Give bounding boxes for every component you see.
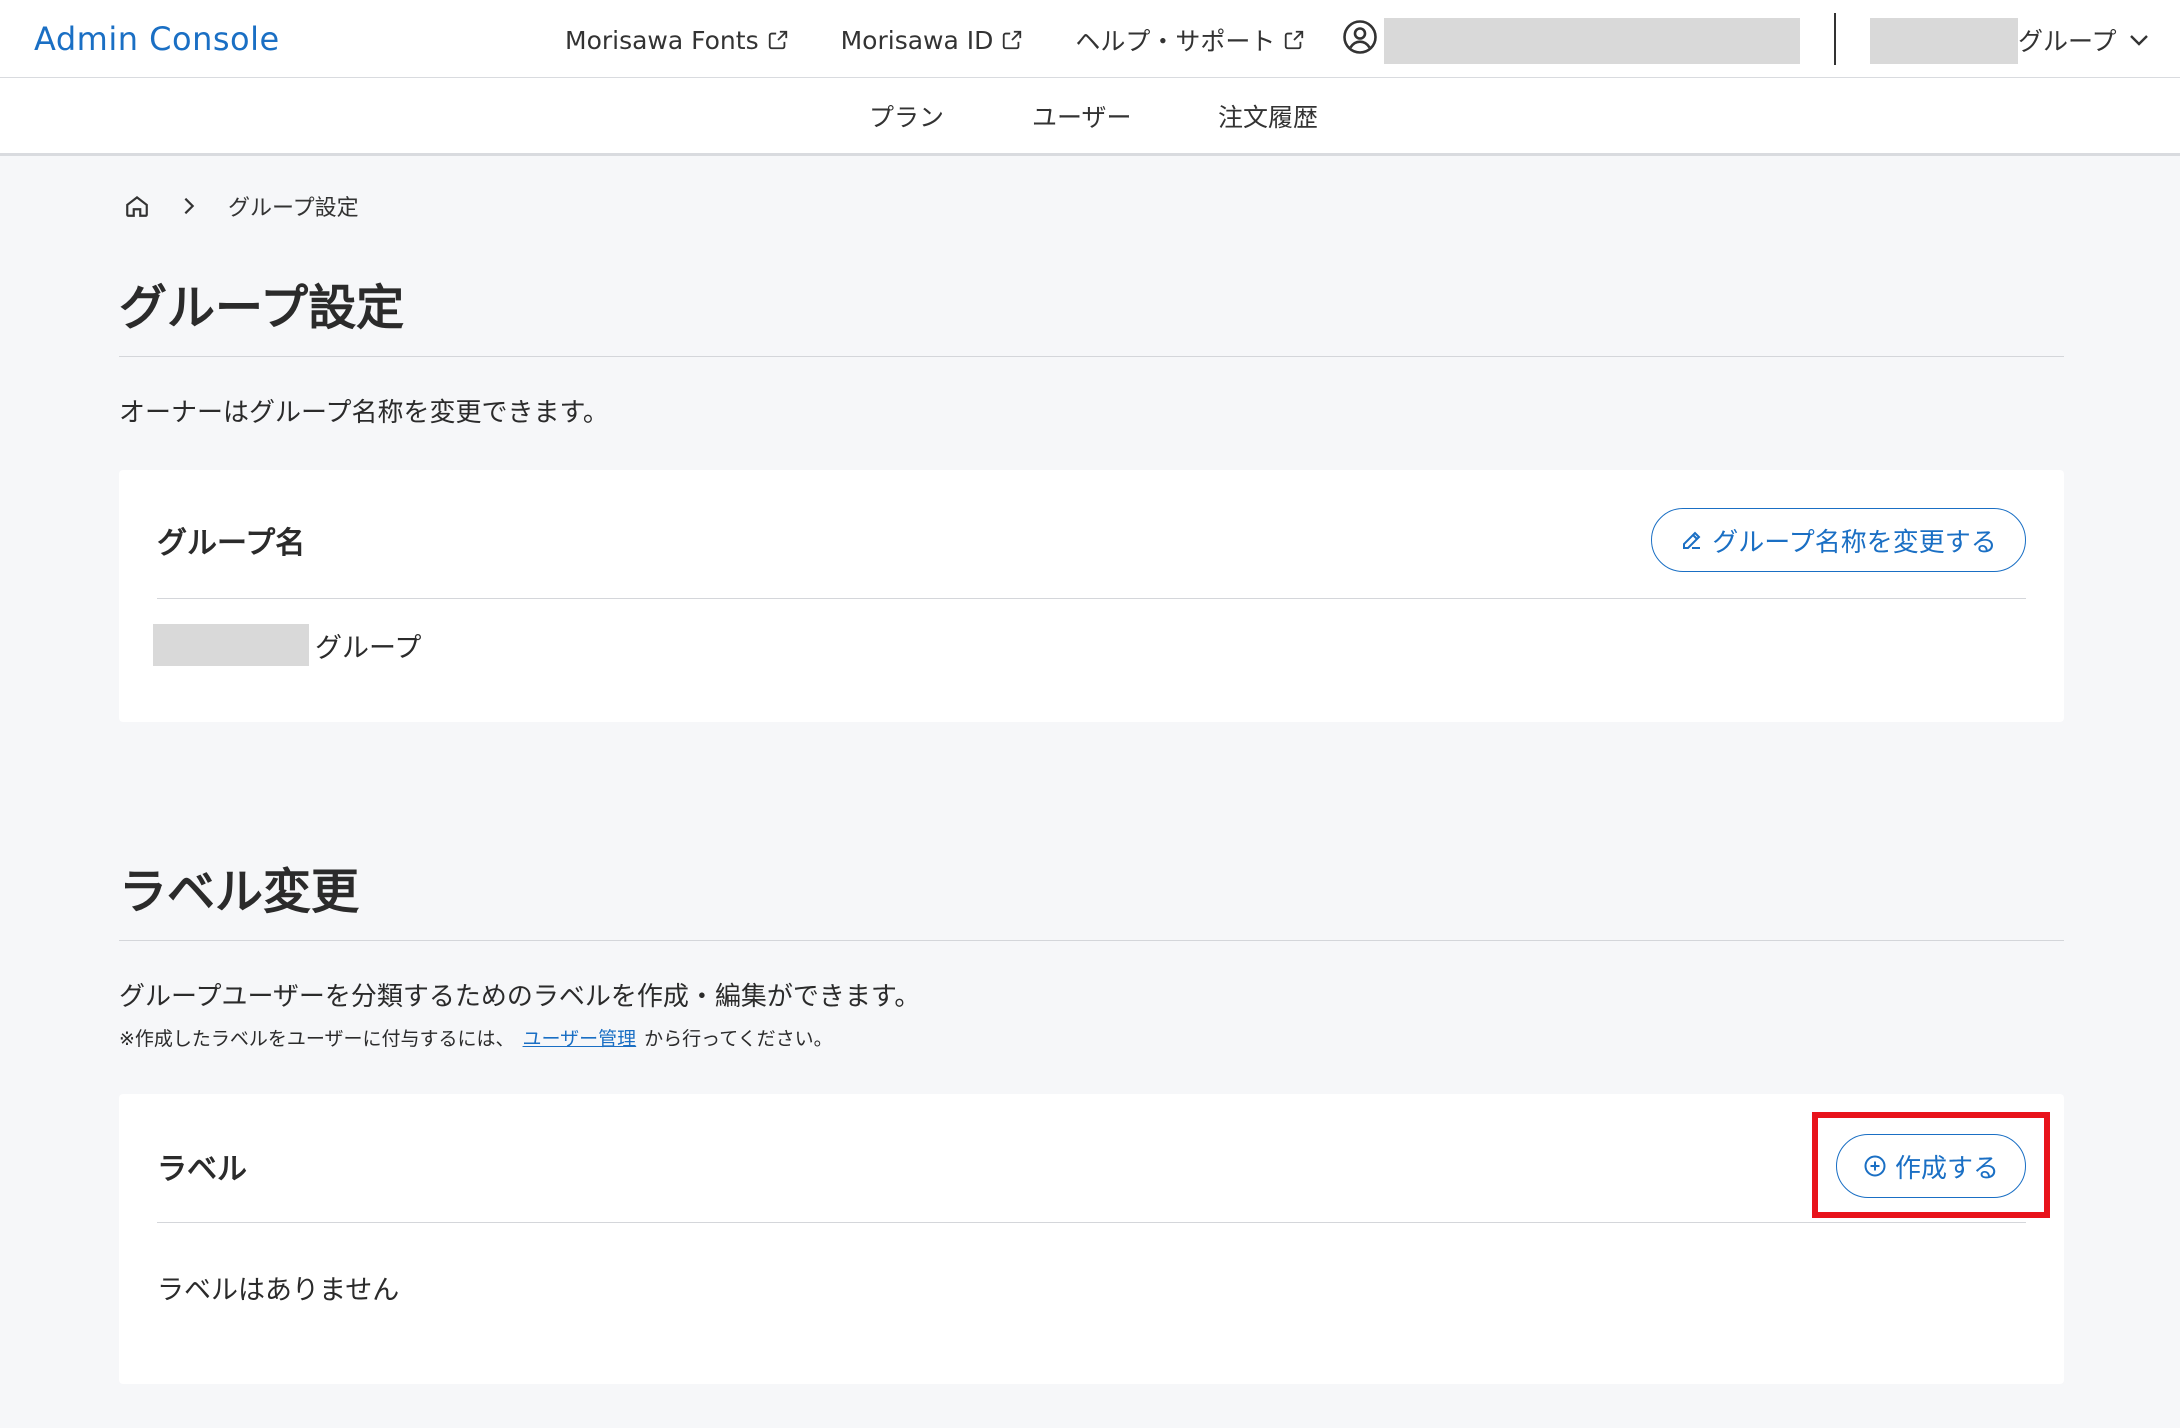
group-name-value: グループ <box>315 633 422 664</box>
morisawa-id-label: Morisawa ID <box>840 25 994 55</box>
home-icon[interactable] <box>124 193 150 219</box>
group-name-value-redacted <box>153 624 309 666</box>
morisawa-id-link[interactable]: Morisawa ID <box>841 22 1024 58</box>
external-link-icon <box>768 30 787 50</box>
empty-label-text: ラベルはありません <box>157 1275 400 1306</box>
user-email-redacted <box>1384 18 1800 64</box>
app-logo[interactable]: Admin Console <box>34 20 280 58</box>
help-support-link[interactable]: ヘルプ・サポート <box>1075 22 1305 58</box>
external-link-icon <box>1285 30 1304 50</box>
note-prefix: ※作成したラベルをユーザーに付与するには、 <box>119 1028 515 1050</box>
chevron-right-icon <box>178 195 200 217</box>
sub-navigation: プラン ユーザー 注文履歴 <box>0 78 2180 156</box>
external-link-icon <box>1003 30 1022 50</box>
label-section-description: グループユーザーを分類するためのラベルを作成・編集ができます。 <box>119 982 921 1012</box>
top-links: Morisawa Fonts Morisawa ID ヘルプ・サポート <box>565 22 1357 58</box>
header-divider <box>1834 13 1836 65</box>
user-account-icon[interactable] <box>1342 19 1378 55</box>
page-title: グループ設定 <box>119 268 2064 357</box>
morisawa-fonts-label: Morisawa Fonts <box>565 25 759 55</box>
user-management-link[interactable]: ユーザー管理 <box>523 1028 637 1050</box>
label-card-title: ラベル <box>157 1152 247 1187</box>
group-name-redacted <box>1870 18 2018 64</box>
note-suffix: から行ってください。 <box>644 1028 833 1050</box>
card-divider <box>157 1222 2026 1223</box>
group-name-card: グループ名 グループ名称を変更する グループ <box>119 470 2064 722</box>
nav-order-history[interactable]: 注文履歴 <box>1218 98 1318 134</box>
label-section-title: ラベル変更 <box>119 852 2064 941</box>
highlight-box <box>1812 1112 2050 1218</box>
label-card: ラベル 作成する ラベルはありません <box>119 1094 2064 1384</box>
rename-group-button[interactable]: グループ名称を変更する <box>1651 508 2026 572</box>
group-settings-description: オーナーはグループ名称を変更できます。 <box>119 398 609 428</box>
rename-group-label: グループ名称を変更する <box>1712 527 1997 558</box>
chevron-down-icon <box>2129 35 2148 46</box>
breadcrumb-current: グループ設定 <box>228 196 359 221</box>
morisawa-fonts-link[interactable]: Morisawa Fonts <box>565 22 789 58</box>
group-switcher[interactable]: グループ <box>2018 22 2151 58</box>
label-note: ※作成したラベルをユーザーに付与するには、 ユーザー管理 から行ってください。 <box>119 1024 833 1051</box>
nav-plan[interactable]: プラン <box>869 98 944 134</box>
top-header: Admin Console Morisawa Fonts Morisawa ID… <box>0 0 2180 78</box>
breadcrumb: グループ設定 <box>124 190 359 222</box>
group-switch-label: グループ <box>2018 27 2117 56</box>
group-name-card-title: グループ名 <box>157 526 306 561</box>
pencil-icon <box>1683 531 1701 549</box>
card-divider <box>157 598 2026 599</box>
help-support-label: ヘルプ・サポート <box>1075 27 1276 56</box>
nav-users[interactable]: ユーザー <box>1032 98 1132 134</box>
